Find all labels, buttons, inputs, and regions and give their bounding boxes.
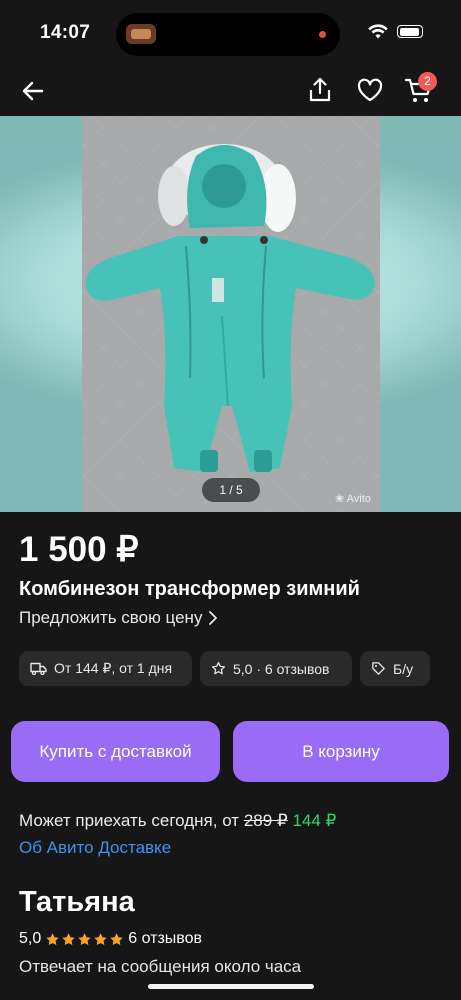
product-photo[interactable] [82, 116, 380, 512]
star-icon [94, 932, 107, 945]
delivery-chip[interactable]: От 144 ₽, от 1 дня [19, 651, 192, 686]
star-icon [211, 661, 226, 675]
home-indicator[interactable] [148, 984, 314, 989]
add-to-cart-button[interactable]: В корзину [233, 721, 449, 782]
live-activity-app-icon [126, 24, 156, 44]
tag-icon [372, 662, 385, 675]
battery-icon [397, 25, 423, 38]
delivery-old-price: 289 ₽ [243, 811, 288, 830]
condition-chip-label: Б/у [393, 660, 414, 677]
status-icons [368, 24, 423, 39]
watermark-text: Avito [346, 493, 371, 505]
offer-price-label: Предложить свою цену [19, 608, 203, 627]
photo-gallery[interactable] [0, 116, 461, 512]
star-icon [78, 932, 91, 945]
seller-rating[interactable]: 5,0 6 отзывов [19, 930, 202, 948]
chevron-right-icon [209, 611, 218, 625]
seller-reviews-count: 6 отзывов [128, 930, 203, 947]
star-icon [46, 932, 59, 945]
avito-watermark: ❀ Avito [335, 493, 371, 505]
share-icon[interactable] [305, 75, 335, 105]
seller-stars [45, 932, 124, 947]
wifi-icon [368, 24, 388, 39]
star-icon [62, 932, 75, 945]
delivery-new-price: 144 ₽ [292, 811, 337, 830]
avito-delivery-link[interactable]: Об Авито Доставке [19, 838, 171, 858]
recording-dot-icon [319, 31, 326, 38]
truck-icon [30, 662, 47, 675]
status-time: 14:07 [40, 22, 91, 43]
seller-response-time: Отвечает на сообщения около часа [19, 957, 302, 976]
dynamic-island [116, 13, 340, 56]
status-bar: 14:07 [0, 0, 461, 68]
delivery-estimate-prefix: Может приехать сегодня, от [19, 811, 240, 830]
heart-icon[interactable] [355, 75, 385, 105]
offer-price-link[interactable]: Предложить свою цену [19, 608, 218, 628]
seller-rating-value: 5,0 [19, 930, 42, 947]
listing-title: Комбинезон трансформер зимний [19, 578, 360, 600]
cart-count-badge: 2 [418, 72, 437, 91]
photo-counter: 1 / 5 [202, 478, 260, 502]
snowsuit-image [85, 144, 375, 472]
rating-chip-label: 5,0 · 6 отзывов [233, 660, 330, 677]
delivery-estimate: Может приехать сегодня, от 289 ₽ 144 ₽ [19, 811, 336, 831]
back-arrow-icon[interactable] [18, 76, 48, 106]
seller-name[interactable]: Татьяна [19, 886, 135, 919]
listing-price: 1 500 ₽ [19, 530, 139, 569]
star-icon [110, 932, 123, 945]
rating-chip[interactable]: 5,0 · 6 отзывов [200, 651, 352, 686]
buy-with-delivery-button[interactable]: Купить с доставкой [11, 721, 220, 782]
top-nav [0, 68, 461, 116]
delivery-chip-label: От 144 ₽, от 1 дня [54, 660, 173, 676]
condition-chip[interactable]: Б/у [360, 651, 430, 686]
